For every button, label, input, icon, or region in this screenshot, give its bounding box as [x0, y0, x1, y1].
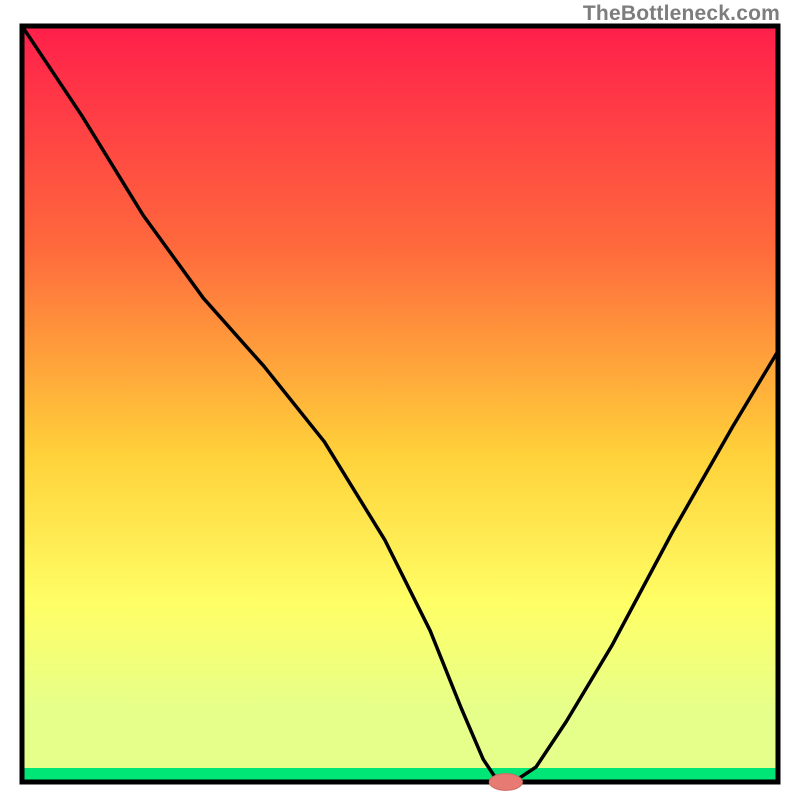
chart-svg — [0, 0, 800, 800]
optimal-marker — [489, 774, 522, 791]
plot-gradient-bg — [22, 26, 778, 768]
attribution-text: TheBottleneck.com — [583, 2, 780, 26]
bottleneck-chart: TheBottleneck.com — [0, 0, 800, 800]
